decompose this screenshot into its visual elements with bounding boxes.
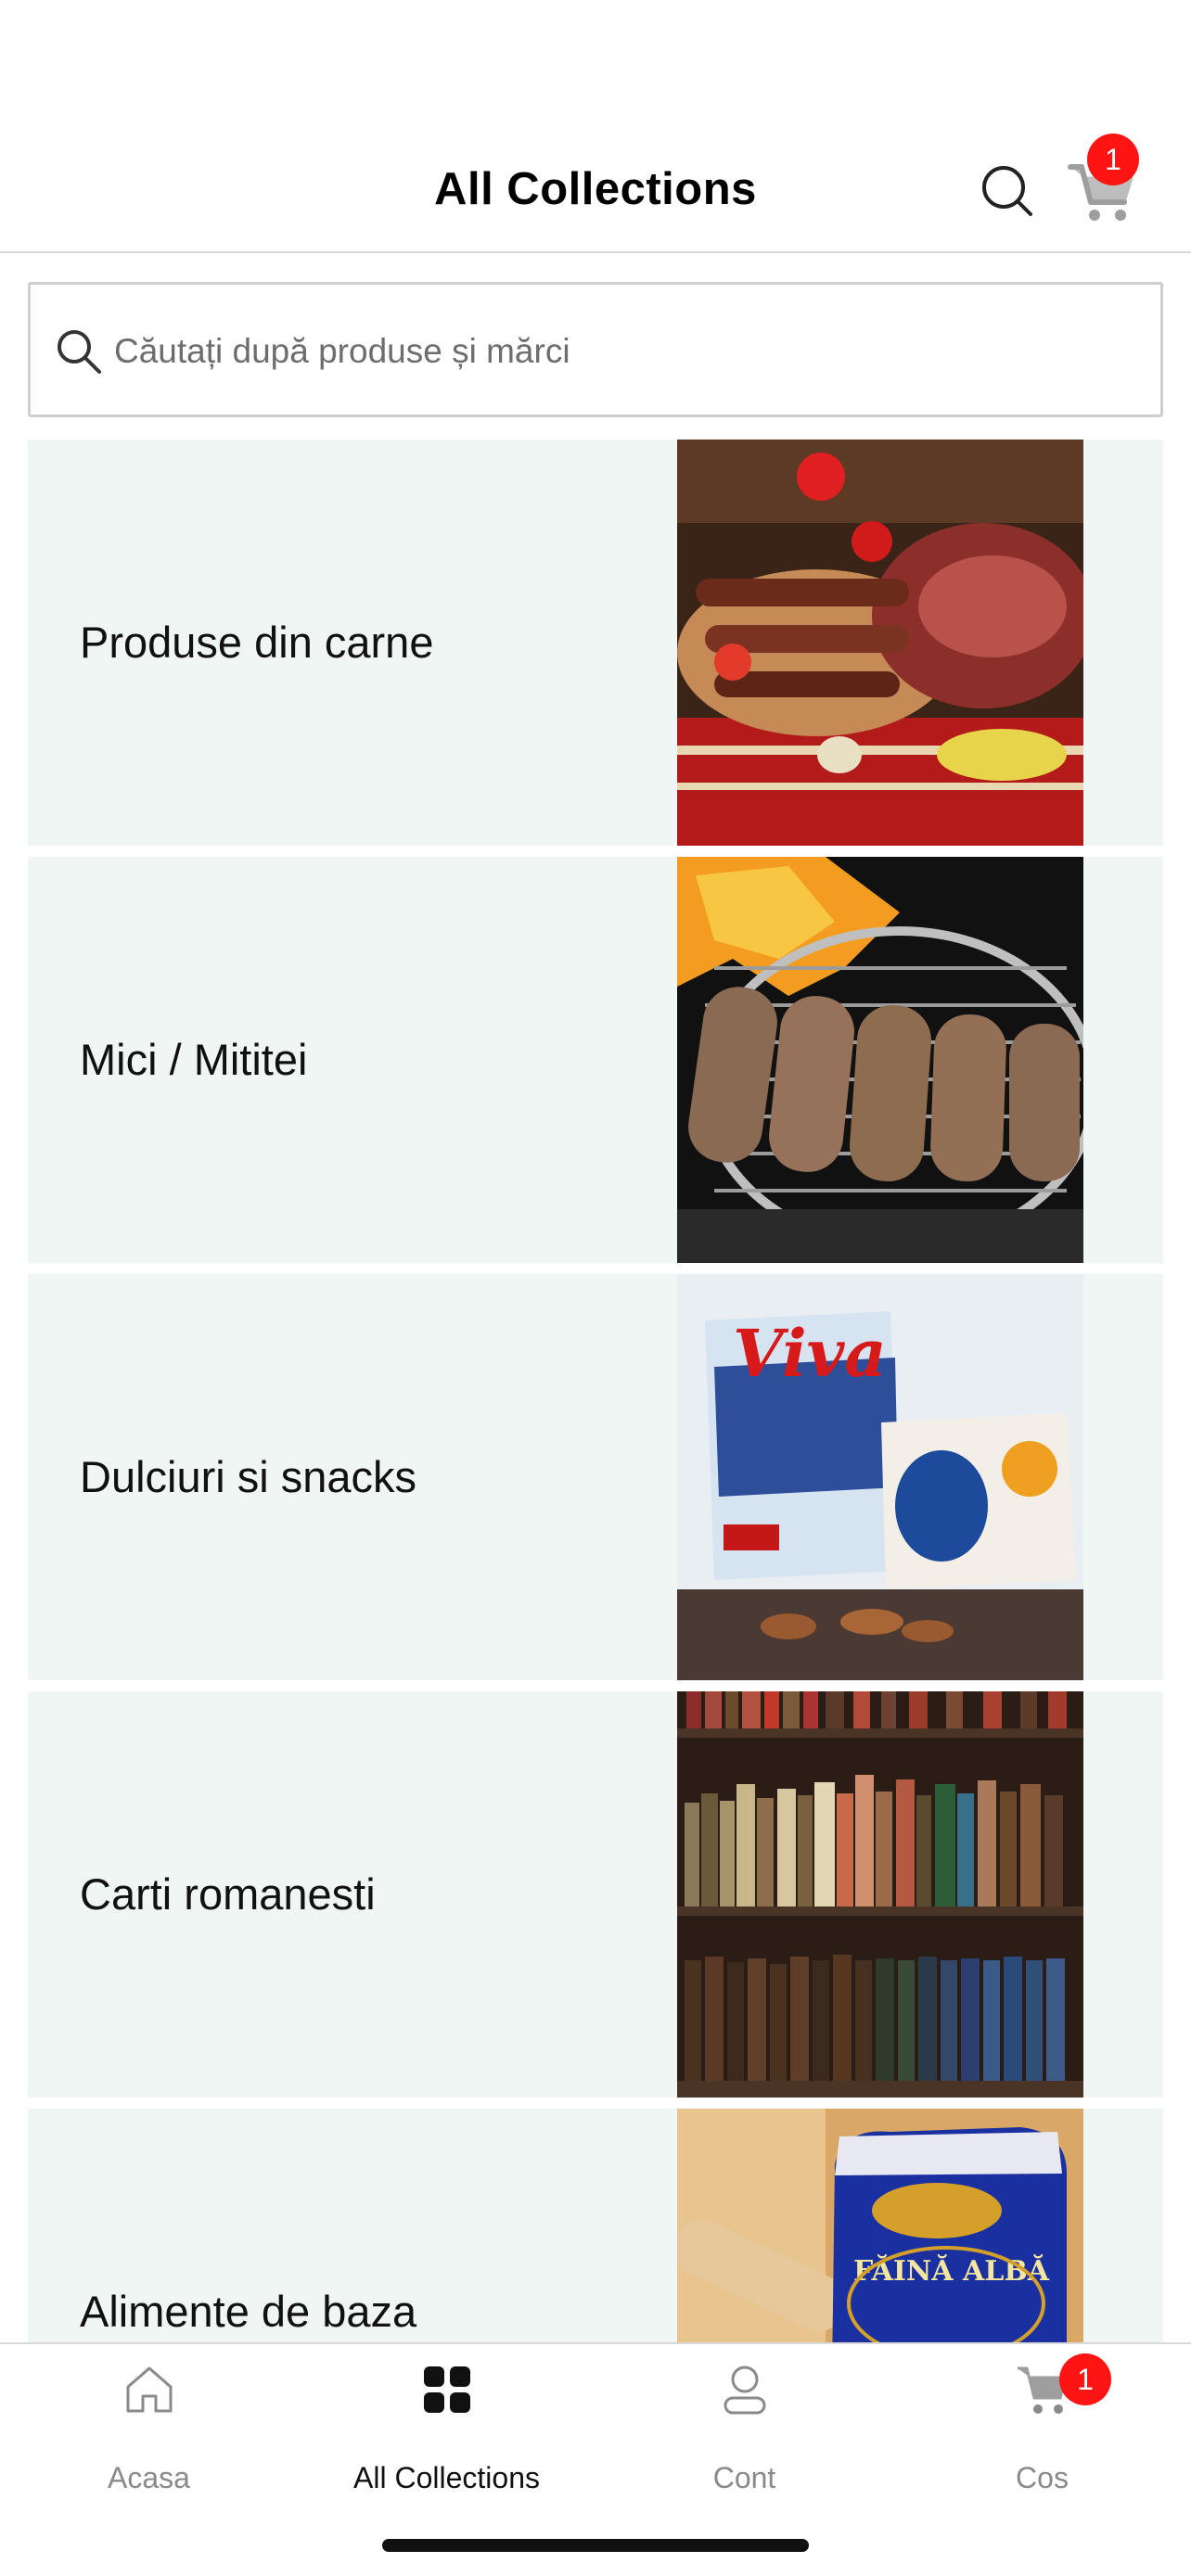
home-indicator[interactable] (382, 2539, 809, 2552)
search-icon[interactable] (980, 163, 1035, 219)
collection-label: Alimente de baza (80, 2287, 417, 2336)
collection-image-snacks: Viva (677, 1274, 1083, 1680)
cart-count-badge: 1 (1059, 2353, 1111, 2405)
tab-acasa[interactable]: Acasa (0, 2344, 298, 2520)
tab-label: Cos (1016, 2461, 1069, 2494)
collection-image-basics: FĂINĂ ALBĂ (677, 2109, 1083, 2344)
tab-label: Cont (712, 2461, 776, 2494)
svg-text:Viva: Viva (733, 1315, 887, 1392)
user-icon (716, 2361, 774, 2418)
collection-label: Mici / Mititei (80, 1035, 308, 1084)
search-icon (53, 325, 105, 377)
collection-tile-snacks[interactable]: Dulciuri si snacks Viva (28, 1274, 1163, 1680)
collection-image-meat (677, 440, 1083, 846)
tab-label: Acasa (108, 2461, 190, 2494)
collection-label: Carti romanesti (80, 1869, 376, 1919)
tab-all-collections[interactable]: All Collections (298, 2344, 596, 2520)
collection-image-books (677, 1691, 1083, 2098)
cart-count-badge: 1 (1087, 134, 1139, 185)
search-bar[interactable] (28, 282, 1163, 417)
collection-label: Produse din carne (80, 618, 434, 667)
tab-cont[interactable]: Cont (596, 2344, 893, 2520)
top-navbar: All Collections 1 (0, 0, 1191, 253)
home-icon (121, 2361, 178, 2418)
collection-tile-books[interactable]: Carti romanesti (28, 1691, 1163, 2098)
collections-list: Produse din carne Mici / Mititei Dulciur… (28, 440, 1163, 2344)
tab-cos[interactable]: Cos (893, 2344, 1191, 2520)
collection-image-mici (677, 857, 1083, 1263)
collection-label: Dulciuri si snacks (80, 1452, 417, 1501)
collection-tile-basics[interactable]: Alimente de baza FĂINĂ ALBĂ (28, 2109, 1163, 2344)
collection-tile-meat[interactable]: Produse din carne (28, 440, 1163, 846)
collection-tile-mici[interactable]: Mici / Mititei (28, 857, 1163, 1263)
search-input[interactable] (112, 312, 1136, 390)
grid-icon (418, 2361, 476, 2418)
tab-label: All Collections (353, 2461, 540, 2494)
